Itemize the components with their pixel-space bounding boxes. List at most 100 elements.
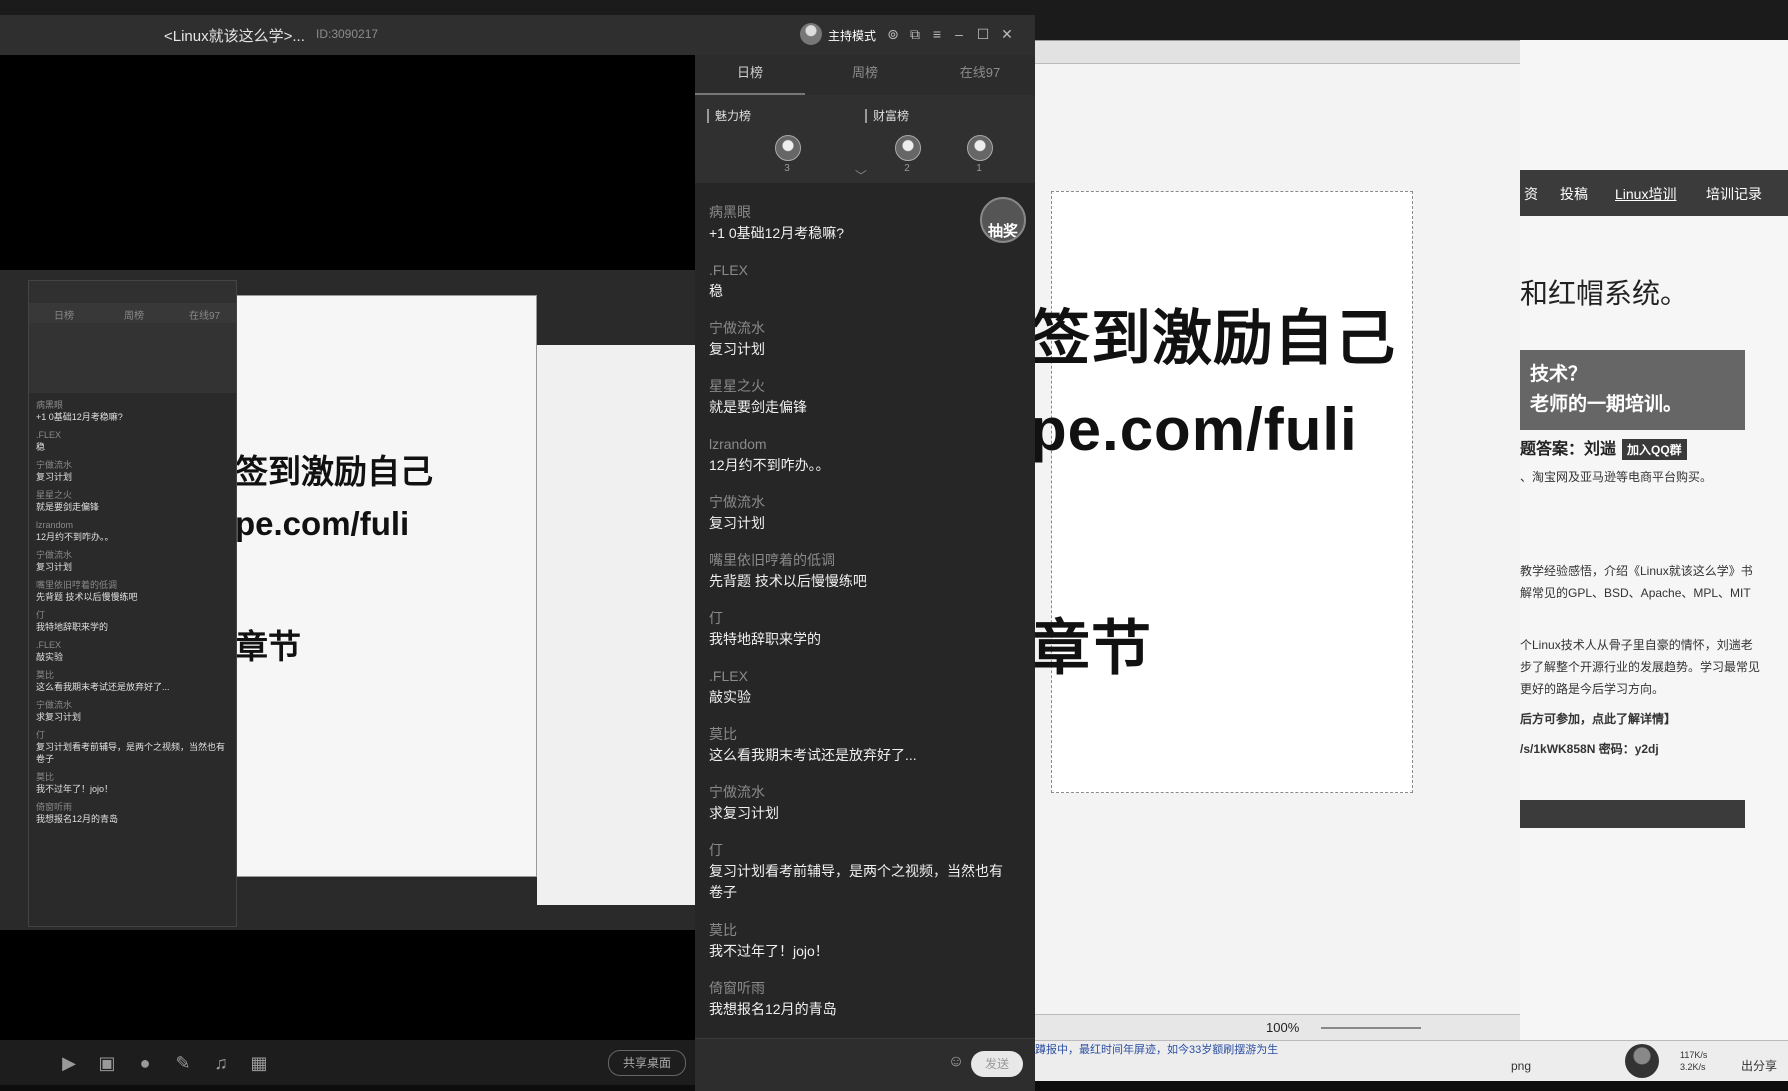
nested-chat-text: 先背题 技术以后慢慢练吧 xyxy=(36,592,138,602)
chat-message: 宁做流水 复习计划 xyxy=(709,319,1009,360)
webpage-text: 后方可参加，点此了解详情】 xyxy=(1520,712,1677,726)
nested-big-line-2: pe.com/fuli xyxy=(235,505,410,542)
chat-text: 稳 xyxy=(709,283,723,299)
nested-chat-text: 我特地辞职来学的 xyxy=(36,622,109,632)
chat-input[interactable] xyxy=(707,1051,936,1079)
chat-text: 我特地辞职来学的 xyxy=(709,631,821,647)
nested-chat-name: 宁做流水 xyxy=(36,550,73,560)
webpage-text: 个Linux技术人从骨子里自豪的情怀，刘遄老 xyxy=(1520,638,1753,652)
webpage-banner-line: 技术？ xyxy=(1530,364,1588,385)
chat-text: 求复习计划 xyxy=(709,805,779,821)
chat-message: 莫比 我不过年了！jojo！ xyxy=(709,921,1009,962)
nested-titlebar xyxy=(29,281,236,303)
menu-icon[interactable]: ≡ xyxy=(929,26,945,42)
chat-message: 宁做流水 复习计划 xyxy=(709,493,1009,534)
chat-text: 就是要剑走偏锋 xyxy=(709,399,807,415)
microphone-icon[interactable]: ● xyxy=(134,1052,156,1074)
taskbar-share[interactable]: 出分享 xyxy=(1741,1057,1777,1074)
nested-chat-text: 复习计划 xyxy=(36,562,73,572)
rank-avatar[interactable] xyxy=(775,135,801,161)
chat-username[interactable]: 倚窗听雨 xyxy=(709,979,1009,997)
chat-username[interactable]: lzrandom xyxy=(709,435,1009,453)
chat-username[interactable]: 嘴里依旧哼着的低调 xyxy=(709,551,1009,569)
chat-panel: 日榜 周榜 在线97 魅力榜 财富榜 3 2 1 ﹀ 病黑眼 +1 0基础12月… xyxy=(695,55,1035,1091)
webpage-text: 教学经验感悟，介绍《Linux就该这么学》书 xyxy=(1520,564,1753,578)
chat-username[interactable]: 宁做流水 xyxy=(709,783,1009,801)
image-icon[interactable]: ▣ xyxy=(96,1052,118,1074)
tab-online[interactable]: 在线97 xyxy=(925,55,1035,95)
room-title: <Linux就该这么学>... xyxy=(164,28,305,45)
chat-message: 仃 我特地辞职来学的 xyxy=(709,609,1009,650)
webpage-text: 、淘宝网及亚马逊等电商平台购买。 xyxy=(1520,470,1713,484)
chat-input-bar: ☺ 发送 xyxy=(695,1038,1035,1091)
settings-icon[interactable]: ⊚ xyxy=(885,26,901,42)
chat-text: 我想报名12月的青岛 xyxy=(709,1001,837,1017)
shared-document-window: 100% xyxy=(1010,40,1522,1042)
rank-number: 3 xyxy=(784,163,790,174)
lottery-button[interactable]: 抽奖 xyxy=(980,197,1026,243)
nested-chat-text: 我想报名12月的青岛 xyxy=(36,814,119,824)
live-room-window: <Linux就该这么学>... ID:3090217 主持模式 ⊚ ⧉ ≡ – … xyxy=(0,15,1035,1091)
nested-chat-name: .FLEX xyxy=(36,640,62,650)
chat-list[interactable]: 病黑眼 +1 0基础12月考稳嘛? .FLEX 稳 宁做流水 复习计划 星星之火… xyxy=(695,183,1035,1038)
chat-username[interactable]: 仃 xyxy=(709,609,1009,627)
shared-big-line-1: 签到激励自己 xyxy=(1030,305,1396,372)
chat-username[interactable]: .FLEX xyxy=(709,261,1009,279)
chat-username[interactable]: 宁做流水 xyxy=(709,493,1009,511)
rank-area: 魅力榜 财富榜 3 2 1 ﹀ xyxy=(695,95,1035,183)
taskbar: 蹲报中，最红时间年屏迹，如今33岁额刷摆游为生 png 117K/s 3.2K/… xyxy=(1035,1040,1788,1081)
chat-username[interactable]: 莫比 xyxy=(709,725,1009,743)
chat-message: .FLEX 稳 xyxy=(709,261,1009,302)
close-icon[interactable]: ✕ xyxy=(999,26,1015,42)
host-avatar[interactable] xyxy=(800,23,822,45)
taskbar-marquee: 蹲报中，最红时间年屏迹，如今33岁额刷摆游为生 xyxy=(1035,1044,1279,1056)
nested-chat-name: 病黑眼 xyxy=(36,400,64,410)
video-area: 签到激励自己 pe.com/fuli 章节 日榜 周榜 在线97 病黑眼 +1 … xyxy=(0,55,695,1050)
chat-username[interactable]: .FLEX xyxy=(709,667,1009,685)
camera-icon[interactable]: ▶ xyxy=(58,1052,80,1074)
chat-username[interactable]: 星星之火 xyxy=(709,377,1009,395)
chat-text: 这么看我期末考试还是放弃好了... xyxy=(709,747,917,763)
nested-chat-name: 仃 xyxy=(36,730,46,740)
nested-chat-text: 敲实验 xyxy=(36,652,64,662)
webpage-text: 步了解整个开源行业的发展趋势。学习最常见 xyxy=(1520,660,1761,674)
chat-username[interactable]: 仃 xyxy=(709,841,1009,859)
webpage-nav-item: Linux培训 xyxy=(1615,186,1677,202)
send-button[interactable]: 发送 xyxy=(971,1051,1023,1077)
chat-username[interactable]: 宁做流水 xyxy=(709,319,1009,337)
maximize-icon[interactable]: ☐ xyxy=(975,26,991,42)
nested-chat-panel: 日榜 周榜 在线97 病黑眼 +1 0基础12月考稳嘛? .FLEX 稳 宁做流… xyxy=(28,280,237,927)
webpage-text: 更好的路是今后学习方向。 xyxy=(1520,682,1665,696)
shared-big-line-2: pe.com/fuli xyxy=(1030,396,1358,463)
nested-chat-text: 复习计划看考前辅导，是两个之视频，当然也有卷子 xyxy=(36,742,226,764)
chat-username[interactable]: 莫比 xyxy=(709,921,1009,939)
nested-chat-text: 复习计划 xyxy=(36,472,73,482)
nested-chat-text: 求复习计划 xyxy=(36,712,82,722)
rank-number: 1 xyxy=(976,163,982,174)
chevron-down-icon[interactable]: ﹀ xyxy=(855,167,867,184)
rank-avatar[interactable] xyxy=(967,135,993,161)
webpage-text: 解常见的GPL、BSD、Apache、MPL、MIT xyxy=(1520,586,1751,600)
chat-text: 复习计划 xyxy=(709,515,765,531)
edit-icon[interactable]: ✎ xyxy=(172,1052,194,1074)
chat-username[interactable]: 病黑眼 xyxy=(709,203,1009,221)
tab-daily-rank[interactable]: 日榜 xyxy=(695,55,805,95)
popout-icon[interactable]: ⧉ xyxy=(907,26,923,42)
minimize-icon[interactable]: – xyxy=(951,26,967,42)
nested-tab: 周榜 xyxy=(124,311,144,322)
emoji-icon[interactable]: ☺ xyxy=(947,1053,965,1071)
chat-message: 嘴里依旧哼着的低调 先背题 技术以后慢慢练吧 xyxy=(709,551,1009,592)
share-desktop-button[interactable]: 共享桌面 xyxy=(608,1050,686,1076)
nested-tabs: 日榜 周榜 在线97 xyxy=(29,303,236,323)
nested-document xyxy=(235,295,537,877)
nested-tab: 在线97 xyxy=(189,311,221,322)
taskbar-png-label: png xyxy=(1511,1059,1532,1073)
tab-weekly-rank[interactable]: 周榜 xyxy=(810,55,920,95)
gift-icon[interactable]: ▦ xyxy=(248,1052,270,1074)
wealth-rank-label: 财富榜 xyxy=(865,109,909,123)
host-mode-label: 主持模式 xyxy=(828,29,877,43)
music-icon[interactable]: ♫ xyxy=(210,1052,232,1074)
chat-message: lzrandom 12月约不到咋办。。 xyxy=(709,435,1009,476)
rank-avatar[interactable] xyxy=(895,135,921,161)
chat-text: +1 0基础12月考稳嘛? xyxy=(709,225,844,241)
